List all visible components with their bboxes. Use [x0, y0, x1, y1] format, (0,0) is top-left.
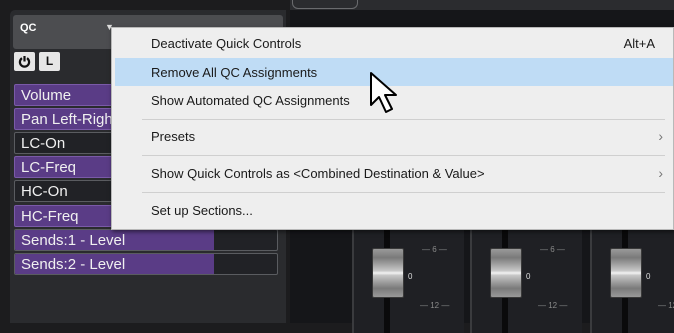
menu-separator — [142, 192, 665, 193]
qc-slot-label: Sends:1 - Level — [21, 232, 126, 249]
qc-slot-label: Pan Left-Right — [21, 111, 117, 128]
learn-label: L — [45, 54, 54, 68]
qc-slot-label: Volume — [21, 87, 72, 104]
qc-slot-label: HC-On — [21, 183, 68, 200]
qc-slot-label: LC-Freq — [21, 159, 77, 176]
qc-slot-sends-1-level[interactable]: Sends:1 - Level — [14, 229, 278, 251]
context-menu: Deactivate Quick Controls Alt+A Remove A… — [111, 27, 674, 230]
mixer-channel: 0 — 6 — — 12 — — [470, 228, 582, 333]
scale-label: — 6 — — [422, 245, 447, 254]
menu-separator — [142, 155, 665, 156]
scale-label: — 12 — — [538, 301, 568, 310]
menu-item-set-up-sections[interactable]: Set up Sections... — [115, 196, 673, 224]
mixer-top-knob[interactable] — [292, 0, 358, 9]
menu-item-label: Deactivate Quick Controls — [151, 36, 302, 51]
power-icon — [18, 56, 31, 68]
fader-handle[interactable] — [490, 248, 522, 298]
menu-item-deactivate-quick-controls[interactable]: Deactivate Quick Controls Alt+A — [115, 29, 673, 57]
fader-zero-label: 0 — [526, 272, 531, 281]
menu-item-label: Set up Sections... — [151, 203, 253, 218]
menu-item-presets[interactable]: Presets › — [115, 122, 673, 150]
scale-label: — 6 — — [540, 245, 565, 254]
mixer-channel: 0 — 6 — — 12 — — [352, 228, 464, 333]
mixer-channel: 0 — 12 — [590, 228, 674, 333]
qc-slot-label: Sends:2 - Level — [21, 256, 126, 273]
learn-button[interactable]: L — [39, 52, 60, 71]
scale-label: — 12 — [658, 301, 674, 310]
menu-item-label: Presets — [151, 129, 196, 144]
qc-slot-label: HC-Freq — [21, 208, 79, 225]
menu-item-show-quick-controls-as[interactable]: Show Quick Controls as <Combined Destina… — [115, 159, 673, 187]
qc-slot-label: LC-On — [21, 135, 66, 152]
chevron-right-icon: › — [658, 165, 663, 181]
fader-handle[interactable] — [372, 248, 404, 298]
menu-item-shortcut: Alt+A — [623, 36, 655, 51]
menu-item-label: Show Quick Controls as <Combined Destina… — [151, 166, 485, 181]
quick-controls-title: QC — [20, 22, 37, 34]
fader-zero-label: 0 — [646, 272, 651, 281]
mouse-pointer-icon — [370, 72, 397, 113]
menu-item-label: Remove All QC Assignments — [151, 65, 318, 80]
fader-zero-label: 0 — [408, 272, 413, 281]
menu-separator — [142, 119, 665, 120]
menu-item-label: Show Automated QC Assignments — [151, 93, 350, 108]
power-button[interactable] — [14, 52, 35, 71]
qc-slot-sends-2-level[interactable]: Sends:2 - Level — [14, 253, 278, 275]
chevron-right-icon: › — [658, 128, 663, 144]
scale-label: — 12 — — [420, 301, 450, 310]
fader-handle[interactable] — [610, 248, 642, 298]
